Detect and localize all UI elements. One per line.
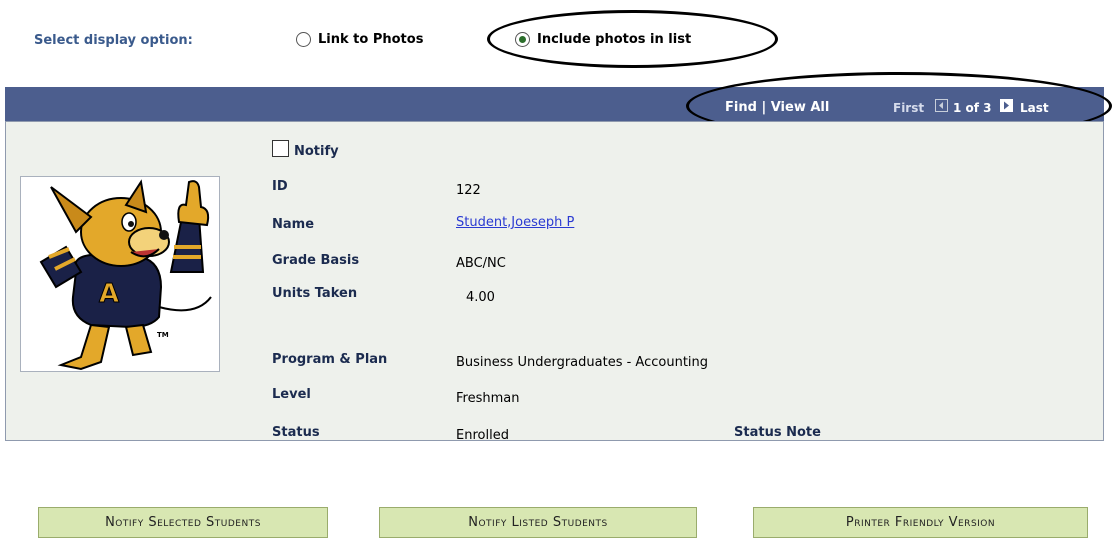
status-value: Enrolled: [456, 428, 509, 443]
link-to-photos-label[interactable]: Link to Photos: [318, 32, 423, 47]
program-plan-label: Program & Plan: [272, 352, 388, 367]
trademark-mark: TM: [157, 331, 169, 339]
id-value: 122: [456, 183, 481, 198]
status-note-label: Status Note: [734, 425, 821, 440]
status-label: Status: [272, 425, 320, 440]
units-taken-label: Units Taken: [272, 286, 358, 301]
units-taken-value: 4.00: [466, 290, 495, 305]
level-value: Freshman: [456, 391, 520, 406]
name-label: Name: [272, 217, 315, 232]
level-label: Level: [272, 387, 311, 402]
id-label: ID: [272, 179, 288, 194]
link-to-photos-radio[interactable]: [296, 32, 311, 47]
notify-selected-students-button[interactable]: Notify Selected Students: [38, 507, 328, 538]
mascot-letter: A: [99, 279, 119, 309]
notify-selected-students-label: Notify Selected Students: [105, 515, 261, 530]
printer-friendly-version-button[interactable]: Printer Friendly Version: [753, 507, 1088, 538]
grade-basis-label: Grade Basis: [272, 253, 360, 268]
program-plan-value: Business Undergraduates - Accounting: [456, 355, 709, 370]
grade-basis-value: ABC/NC: [456, 256, 506, 271]
notify-listed-students-label: Notify Listed Students: [468, 515, 608, 530]
printer-friendly-version-label: Printer Friendly Version: [845, 515, 996, 530]
display-option-label: Select display option:: [34, 33, 193, 48]
notify-listed-students-button[interactable]: Notify Listed Students: [379, 507, 697, 538]
student-name-link[interactable]: Student,Joeseph P: [456, 215, 574, 230]
notify-checkbox[interactable]: [272, 140, 289, 157]
annotation-ellipse-display-option: [487, 10, 778, 68]
notify-label: Notify: [294, 144, 339, 159]
mascot-image: A TM: [39, 179, 212, 371]
student-photo: A TM: [20, 176, 220, 372]
